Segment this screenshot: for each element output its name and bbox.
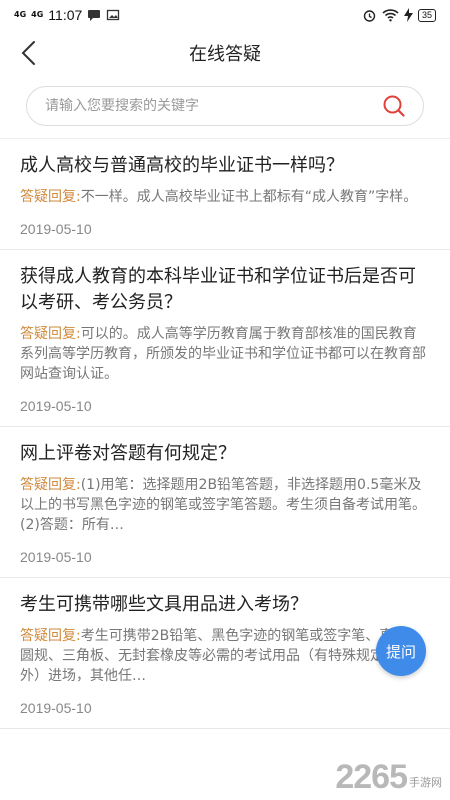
answer-label: 答疑回复:	[20, 477, 81, 493]
battery-icon: 35	[417, 8, 436, 22]
answer-label: 答疑回复:	[20, 326, 81, 342]
answer-label: 答疑回复:	[20, 628, 81, 644]
status-right: 35	[362, 8, 436, 23]
search-icon	[383, 95, 405, 117]
answer-text: 答疑回复:可以的。成人高等学历教育属于教育部核准的国民教育系列高等学历教育，所颁…	[20, 324, 430, 384]
answer-body: 可以的。成人高等学历教育属于教育部核准的国民教育系列高等学历教育，所颁发的毕业证…	[20, 326, 426, 382]
answer-text: 答疑回复:考生可携带2B铅笔、黑色字迹的钢笔或签字笔、直尺、圆规、三角板、无封套…	[20, 626, 430, 686]
watermark-text: 手游网	[409, 776, 442, 789]
charging-icon	[403, 8, 413, 22]
search-bar[interactable]	[26, 86, 424, 126]
watermark-number: 2265	[335, 758, 408, 796]
question-text: 成人高校与普通高校的毕业证书一样吗？	[20, 155, 344, 176]
list-item[interactable]: 网上评卷对答题有何规定？ 答疑回复:(1)用笔：选择题用2B铅笔答题，非选择题用…	[0, 427, 450, 578]
status-left: 4G 4G 11:07	[14, 7, 120, 23]
item-date: 2019-05-10	[20, 398, 92, 414]
item-date: 2019-05-10	[20, 549, 92, 565]
ask-question-button[interactable]: 提问	[376, 626, 426, 676]
page-title: 在线答疑	[189, 44, 261, 65]
status-bar: 4G 4G 11:07 35	[0, 0, 450, 30]
message-icon	[88, 10, 101, 21]
search-button[interactable]	[379, 91, 409, 121]
search-section	[0, 76, 450, 138]
question-text: 考生可携带哪些文具用品进入考场？	[20, 594, 308, 615]
question-text: 网上评卷对答题有何规定？	[20, 443, 236, 464]
item-date: 2019-05-10	[20, 700, 92, 716]
signal-icon-2: 4G	[31, 10, 44, 19]
image-icon	[107, 9, 120, 21]
item-date: 2019-05-10	[20, 221, 92, 237]
question-text: 获得成人教育的本科毕业证书和学位证书后是否可以考研、考公务员？	[20, 266, 416, 313]
answer-label: 答疑回复:	[20, 189, 81, 205]
answer-body: 不一样。成人高校毕业证书上都标有“成人教育”字样。	[80, 189, 418, 205]
answer-text: 答疑回复:(1)用笔：选择题用2B铅笔答题，非选择题用0.5毫米及以上的书写黑色…	[20, 475, 430, 535]
answer-body: (1)用笔：选择题用2B铅笔答题，非选择题用0.5毫米及以上的书写黑色字迹的钢笔…	[20, 477, 426, 533]
alarm-icon	[363, 9, 376, 22]
list-item[interactable]: 获得成人教育的本科毕业证书和学位证书后是否可以考研、考公务员？ 答疑回复:可以的…	[0, 250, 450, 427]
answer-text: 答疑回复:不一样。成人高校毕业证书上都标有“成人教育”字样。	[20, 187, 430, 207]
wifi-icon	[382, 9, 399, 22]
watermark: 2265 手游网	[335, 760, 442, 794]
status-time: 11:07	[48, 7, 83, 23]
list-item[interactable]: 成人高校与普通高校的毕业证书一样吗？ 答疑回复:不一样。成人高校毕业证书上都标有…	[0, 139, 450, 250]
answer-body: 考生可携带2B铅笔、黑色字迹的钢笔或签字笔、直尺、圆规、三角板、无封套橡皮等必需…	[20, 628, 422, 684]
search-input[interactable]	[45, 98, 345, 114]
back-arrow-icon[interactable]	[16, 39, 42, 67]
nav-bar: 在线答疑	[0, 30, 450, 76]
signal-icon-1: 4G	[14, 10, 27, 19]
